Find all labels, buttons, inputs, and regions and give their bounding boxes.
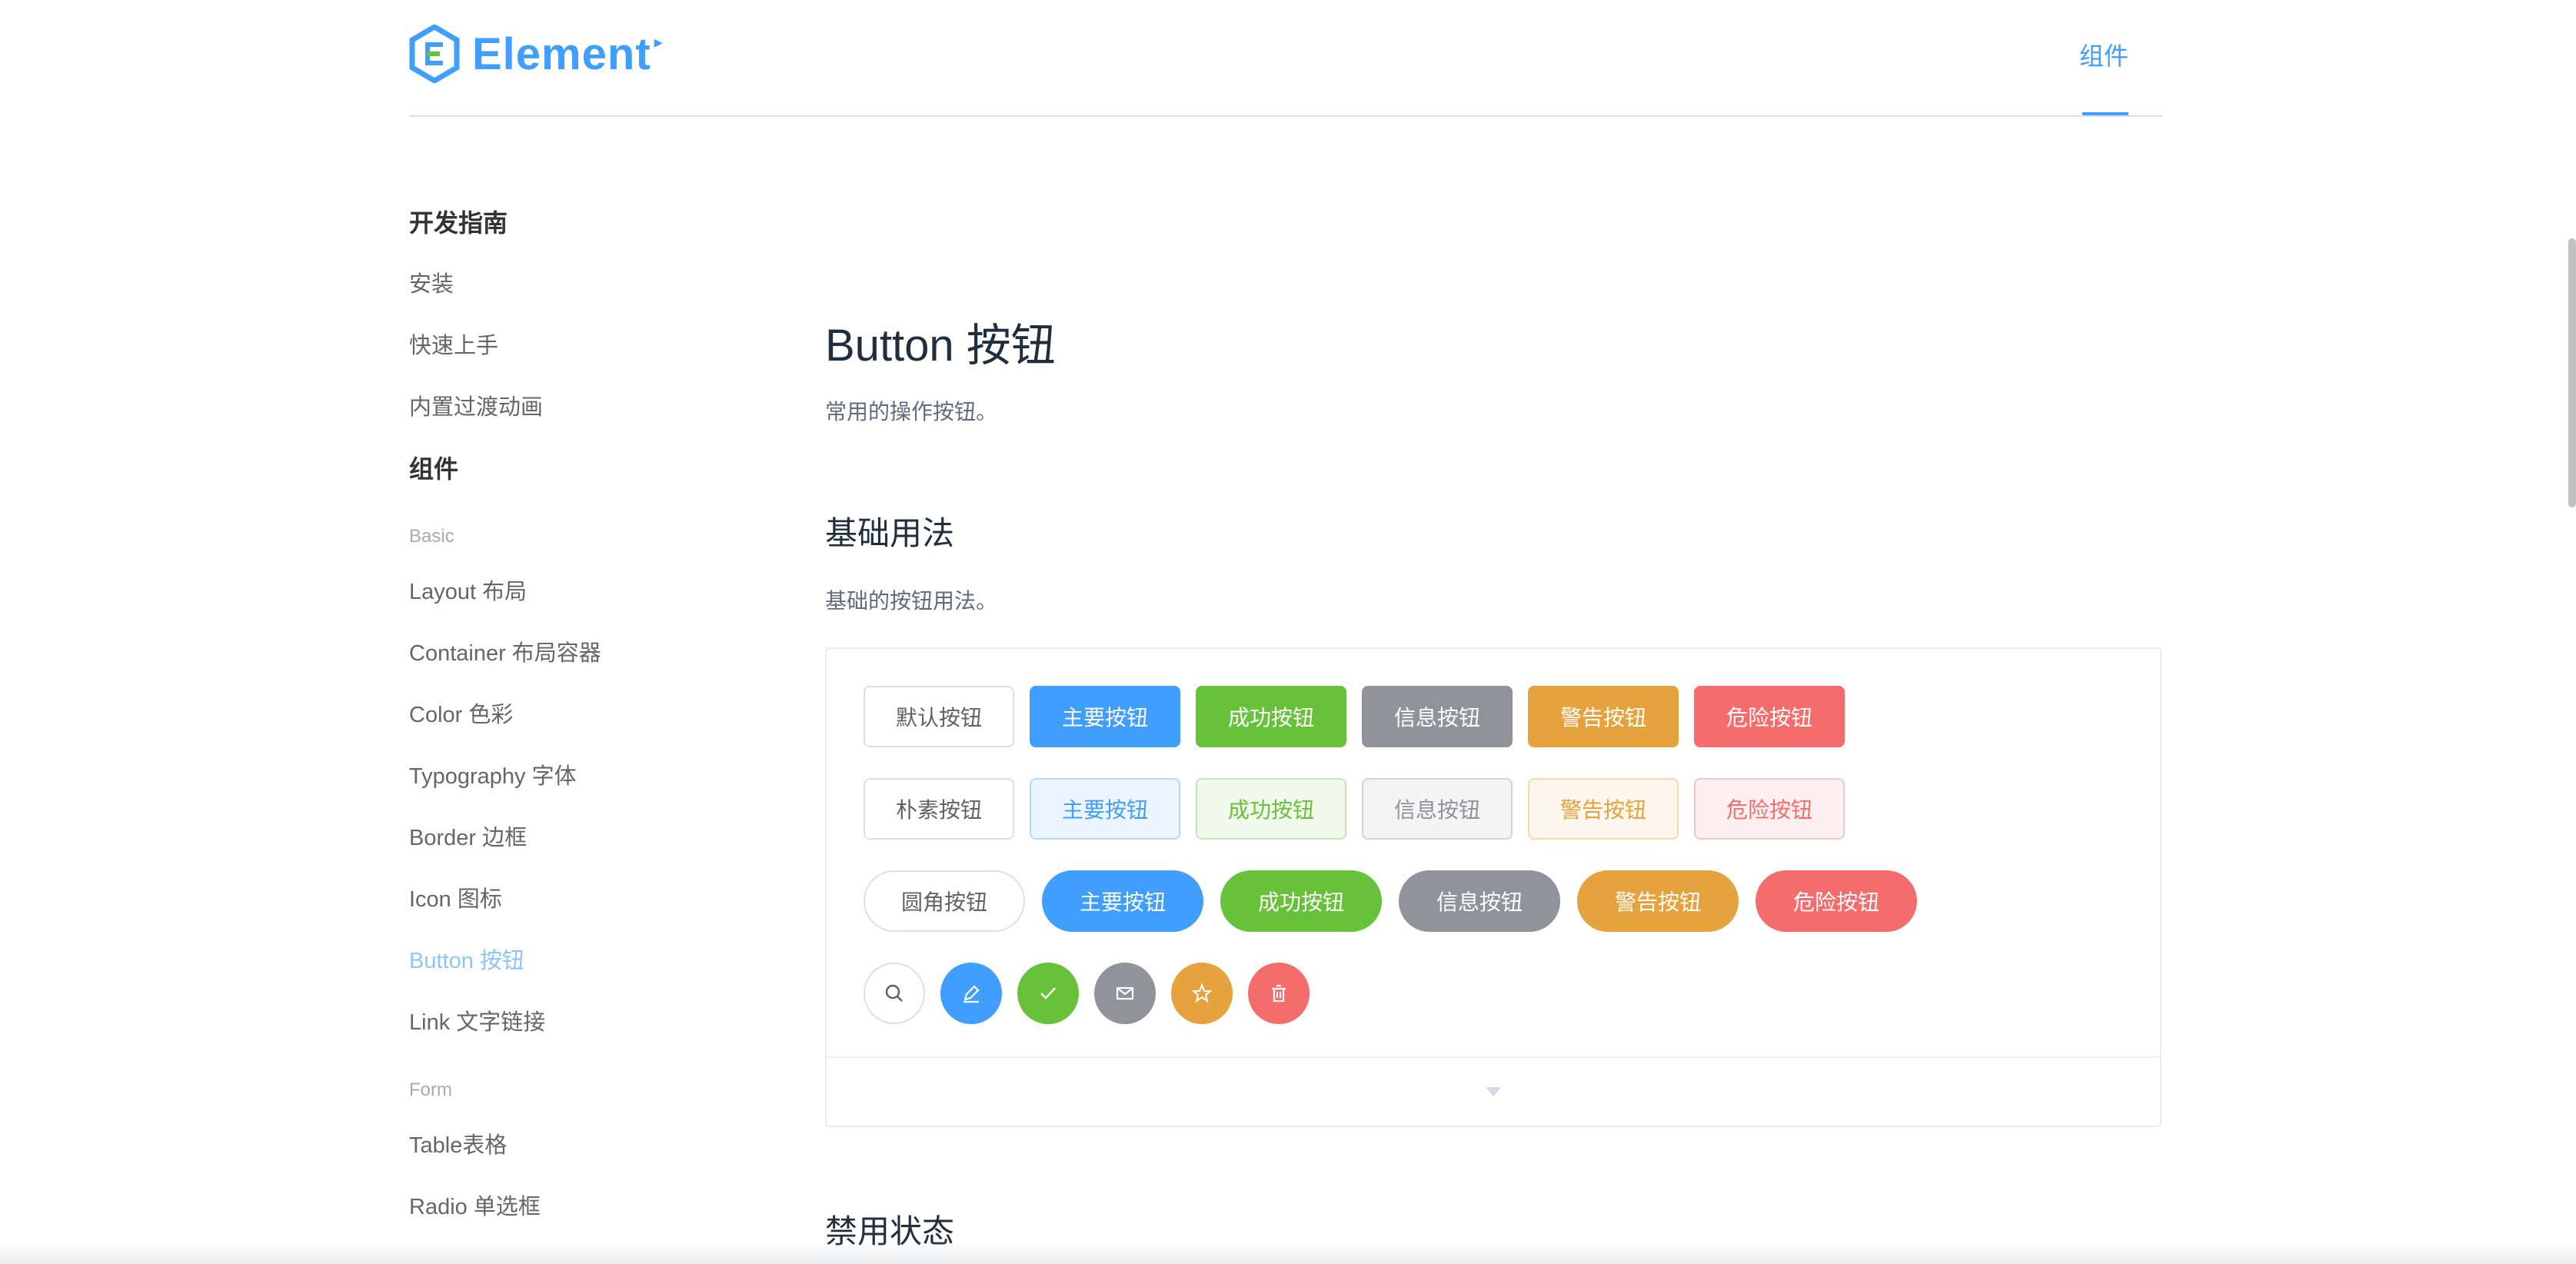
main-content: Button 按钮 常用的操作按钮。 基础用法 基础的按钮用法。 默认按钮 主要… [825, 308, 2163, 1249]
plain-danger-button[interactable]: 危险按钮 [1694, 778, 1845, 840]
sidebar-item-install[interactable]: 安装 [409, 254, 794, 315]
sidebar-item-container[interactable]: Container 布局容器 [409, 623, 794, 684]
sidebar-item-link[interactable]: Link 文字链接 [409, 992, 794, 1053]
round-success-button[interactable]: 成功按钮 [1220, 870, 1382, 932]
page-title: Button 按钮 [825, 321, 1056, 371]
warning-button[interactable]: 警告按钮 [1528, 686, 1679, 747]
sidebar-item-table[interactable]: Table表格 [409, 1115, 794, 1176]
danger-button[interactable]: 危险按钮 [1694, 686, 1845, 747]
round-danger-button[interactable]: 危险按钮 [1756, 870, 1917, 932]
page-scrollbar[interactable] [2568, 238, 2576, 507]
info-button[interactable]: 信息按钮 [1362, 686, 1513, 747]
success-button[interactable]: 成功按钮 [1196, 686, 1346, 747]
sidebar: 开发指南 安装 快速上手 内置过渡动画 组件 Basic Layout 布局 C… [409, 192, 794, 1238]
primary-button[interactable]: 主要按钮 [1030, 686, 1180, 747]
check-icon [1040, 987, 1056, 1000]
button-row-round: 圆角按钮 主要按钮 成功按钮 信息按钮 警告按钮 危险按钮 [864, 870, 1934, 932]
plain-default-button[interactable]: 朴素按钮 [864, 778, 1014, 840]
sidebar-item-color[interactable]: Color 色彩 [409, 684, 794, 746]
message-icon [1116, 986, 1134, 1000]
default-button[interactable]: 默认按钮 [864, 686, 1014, 747]
plain-primary-button[interactable]: 主要按钮 [1030, 778, 1180, 840]
sidebar-category-form: Form [409, 1079, 452, 1100]
plain-success-button[interactable]: 成功按钮 [1196, 778, 1346, 840]
sidebar-item-transition[interactable]: 内置过渡动画 [409, 377, 794, 438]
bottom-shadow [0, 1241, 2576, 1264]
hexagon-logo-icon [409, 25, 460, 83]
star-icon [1191, 983, 1213, 1003]
circle-message-button[interactable] [1094, 963, 1156, 1024]
circle-edit-button[interactable] [940, 963, 1002, 1024]
demo-expand-toggle[interactable] [827, 1056, 2160, 1126]
button-row-circle [864, 963, 1325, 1024]
nav-active-indicator [2082, 112, 2128, 115]
section-title-basic: 基础用法 [825, 515, 955, 551]
sidebar-item-border[interactable]: Border 边框 [409, 807, 794, 869]
demo-block: 默认按钮 主要按钮 成功按钮 信息按钮 警告按钮 危险按钮 朴素按钮 主要按钮 … [825, 647, 2162, 1127]
edit-icon [964, 985, 980, 1003]
round-primary-button[interactable]: 主要按钮 [1042, 870, 1203, 932]
site-header: Element ▸ 组件 [409, 0, 2162, 117]
circle-delete-button[interactable] [1248, 963, 1310, 1024]
logo-text: Element [472, 28, 651, 79]
sidebar-item-icon[interactable]: Icon 图标 [409, 869, 794, 930]
search-icon [885, 984, 903, 1002]
caret-down-icon [1486, 1087, 1501, 1096]
plain-info-button[interactable]: 信息按钮 [1362, 778, 1513, 840]
circle-check-button[interactable] [1017, 963, 1079, 1024]
sidebar-item-button[interactable]: Button 按钮 [409, 930, 794, 992]
nav-item-components[interactable]: 组件 [2079, 37, 2128, 72]
round-default-button[interactable]: 圆角按钮 [864, 870, 1025, 932]
button-row-plain: 朴素按钮 主要按钮 成功按钮 信息按钮 警告按钮 危险按钮 [864, 778, 1860, 840]
sidebar-category-basic: Basic [409, 526, 454, 547]
circle-star-button[interactable] [1171, 963, 1233, 1024]
circle-search-button[interactable] [864, 963, 925, 1024]
element-logo[interactable]: Element ▸ [409, 23, 663, 85]
logo-flag-icon: ▸ [654, 32, 663, 52]
section-description-basic: 基础的按钮用法。 [825, 589, 998, 613]
sidebar-group-guide: 开发指南 [409, 209, 508, 237]
page-description: 常用的操作按钮。 [825, 400, 998, 424]
delete-icon [1272, 984, 1286, 1003]
sidebar-item-radio[interactable]: Radio 单选框 [409, 1176, 794, 1238]
round-info-button[interactable]: 信息按钮 [1399, 870, 1560, 932]
button-row-default: 默认按钮 主要按钮 成功按钮 信息按钮 警告按钮 危险按钮 [864, 686, 1860, 747]
sidebar-item-typography[interactable]: Typography 字体 [409, 746, 794, 807]
round-warning-button[interactable]: 警告按钮 [1577, 870, 1739, 932]
plain-warning-button[interactable]: 警告按钮 [1528, 778, 1679, 840]
sidebar-item-layout[interactable]: Layout 布局 [409, 561, 794, 623]
sidebar-item-quickstart[interactable]: 快速上手 [409, 315, 794, 377]
sidebar-group-components: 组件 [409, 455, 459, 483]
